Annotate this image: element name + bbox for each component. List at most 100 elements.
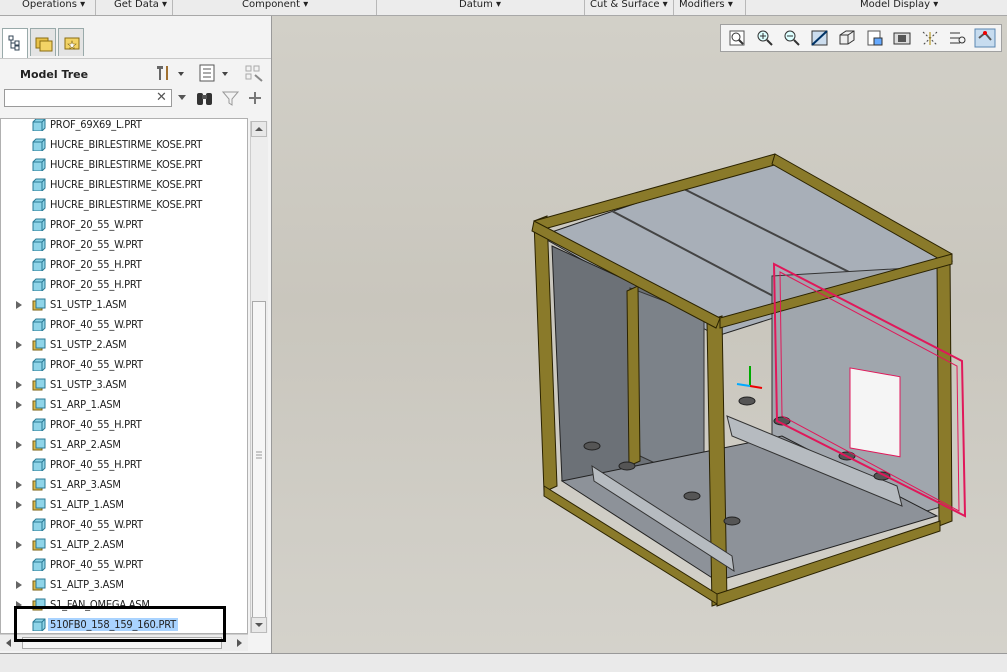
expand-arrow-icon[interactable] <box>16 481 22 489</box>
search-row: ✕ <box>0 86 271 112</box>
assembly-icon <box>32 378 46 391</box>
part-icon <box>32 278 46 291</box>
tree-item-label: PROF_40_55_H.PRT <box>50 418 142 431</box>
assembly-icon <box>32 338 46 351</box>
tree-item[interactable]: S1_ALTP_3.ASM <box>1 575 247 595</box>
tree-item[interactable]: S1_USTP_2.ASM <box>1 335 247 355</box>
expand-arrow-icon[interactable] <box>16 501 22 509</box>
expand-arrow-icon[interactable] <box>16 401 22 409</box>
tree-item[interactable]: PROF_40_55_W.PRT <box>1 515 247 535</box>
assembly-icon <box>32 478 46 491</box>
tree-item-label: PROF_40_55_W.PRT <box>50 558 143 571</box>
tree-item-label: S1_USTP_3.ASM <box>50 378 127 391</box>
tree-vertical-scrollbar[interactable] <box>250 121 268 633</box>
tree-item[interactable]: PROF_20_55_H.PRT <box>1 275 247 295</box>
grip-icon <box>256 451 262 459</box>
clear-icon[interactable]: ✕ <box>156 90 167 105</box>
tree-item-label: HUCRE_BIRLESTIRME_KOSE.PRT <box>50 158 203 171</box>
tree-item[interactable]: S1_ARP_3.ASM <box>1 475 247 495</box>
search-input[interactable] <box>4 89 172 107</box>
tree-item-label: S1_ARP_1.ASM <box>50 398 121 411</box>
tree-item-label: PROF_40_55_H.PRT <box>50 458 142 471</box>
show-list-icon[interactable] <box>198 64 232 82</box>
expand-arrow-icon[interactable] <box>16 381 22 389</box>
part-icon <box>32 158 46 171</box>
tree-item[interactable]: PROF_40_55_W.PRT <box>1 315 247 335</box>
tree-item-label: PROF_69X69_L.PRT <box>50 118 142 131</box>
part-icon <box>32 518 46 531</box>
search-dropdown-icon[interactable] <box>177 94 187 102</box>
expand-arrow-icon[interactable] <box>16 581 22 589</box>
tab-favorites[interactable] <box>58 28 84 56</box>
binoculars-icon[interactable] <box>195 90 215 108</box>
tree-item[interactable]: PROF_69X69_L.PRT <box>1 118 247 135</box>
menu-cut-surface[interactable]: Cut & Surface ▾ <box>590 0 668 15</box>
tree-item-label: S1_USTP_2.ASM <box>50 338 127 351</box>
menu-model-display[interactable]: Model Display ▾ <box>860 0 938 15</box>
tree-item[interactable]: S1_ARP_2.ASM <box>1 435 247 455</box>
arrow-up-icon <box>255 127 263 131</box>
part-icon <box>32 198 46 211</box>
arrow-right-icon[interactable] <box>234 638 244 648</box>
filter-icon[interactable] <box>222 90 240 108</box>
tree-item-label: S1_ARP_2.ASM <box>50 438 121 451</box>
menu-get-data[interactable]: Get Data ▾ <box>114 0 167 15</box>
graphics-viewport[interactable] <box>272 16 1007 653</box>
door-window <box>849 367 901 458</box>
part-icon <box>32 558 46 571</box>
tree-item-label: S1_ARP_3.ASM <box>50 478 121 491</box>
tree-item[interactable]: S1_USTP_3.ASM <box>1 375 247 395</box>
assembly-icon <box>32 398 46 411</box>
tree-item-label: HUCRE_BIRLESTIRME_KOSE.PRT <box>50 198 203 211</box>
tree-item[interactable]: HUCRE_BIRLESTIRME_KOSE.PRT <box>1 135 247 155</box>
tree-item-label: S1_ALTP_2.ASM <box>50 538 124 551</box>
menu-datum[interactable]: Datum ▾ <box>459 0 501 15</box>
tree-item[interactable]: S1_ALTP_2.ASM <box>1 535 247 555</box>
folder-browser-icon <box>35 37 53 52</box>
tree-item[interactable]: HUCRE_BIRLESTIRME_KOSE.PRT <box>1 155 247 175</box>
tree-item[interactable]: PROF_20_55_W.PRT <box>1 215 247 235</box>
tab-model-tree[interactable] <box>2 28 28 58</box>
tree-item[interactable]: HUCRE_BIRLESTIRME_KOSE.PRT <box>1 175 247 195</box>
expand-arrow-icon[interactable] <box>16 441 22 449</box>
menu-component[interactable]: Component ▾ <box>242 0 308 15</box>
tree-item-label: PROF_20_55_W.PRT <box>50 218 143 231</box>
tree-item[interactable]: S1_ARP_1.ASM <box>1 395 247 415</box>
arrow-left-icon[interactable] <box>4 638 14 648</box>
tree-item-label: S1_ALTP_1.ASM <box>50 498 124 511</box>
part-icon <box>32 178 46 191</box>
annotation-highlight-box <box>14 606 226 642</box>
expand-arrow-icon[interactable] <box>16 341 22 349</box>
tree-item[interactable]: PROF_40_55_W.PRT <box>1 555 247 575</box>
scroll-down-button[interactable] <box>251 617 267 633</box>
tree-item[interactable]: S1_ALTP_1.ASM <box>1 495 247 515</box>
tree-item[interactable]: PROF_40_55_H.PRT <box>1 455 247 475</box>
menu-modifiers[interactable]: Modifiers ▾ <box>679 0 733 15</box>
expand-arrow-icon[interactable] <box>16 301 22 309</box>
tree-item[interactable]: PROF_20_55_H.PRT <box>1 255 247 275</box>
tree-item[interactable]: S1_USTP_1.ASM <box>1 295 247 315</box>
menu-separator <box>584 0 585 15</box>
tab-folder-browser[interactable] <box>30 28 56 56</box>
assembly-icon <box>32 438 46 451</box>
tree-item[interactable]: HUCRE_BIRLESTIRME_KOSE.PRT <box>1 195 247 215</box>
assembly-icon <box>32 538 46 551</box>
model-tree-title: Model Tree <box>20 68 89 81</box>
part-icon <box>32 318 46 331</box>
status-bar <box>0 653 1007 672</box>
menu-operations[interactable]: Operations ▾ <box>22 0 85 15</box>
tree-item[interactable]: PROF_40_55_W.PRT <box>1 355 247 375</box>
tree-item[interactable]: PROF_20_55_W.PRT <box>1 235 247 255</box>
settings-tools-icon[interactable] <box>154 64 188 82</box>
expand-arrow-icon[interactable] <box>16 541 22 549</box>
tree-filter-disabled-icon[interactable] <box>244 64 266 82</box>
tree-item-label: PROF_40_55_W.PRT <box>50 318 143 331</box>
tree-item-label: S1_ALTP_3.ASM <box>50 578 124 591</box>
tree-item[interactable]: PROF_40_55_H.PRT <box>1 415 247 435</box>
scroll-thumb[interactable] <box>252 301 266 619</box>
model-tree-header: Model Tree <box>0 58 271 85</box>
scroll-up-button[interactable] <box>251 121 267 137</box>
tree-item-label: PROF_20_55_H.PRT <box>50 258 142 271</box>
add-column-icon[interactable] <box>247 90 263 106</box>
cabinet-3d-model[interactable] <box>272 16 1007 653</box>
